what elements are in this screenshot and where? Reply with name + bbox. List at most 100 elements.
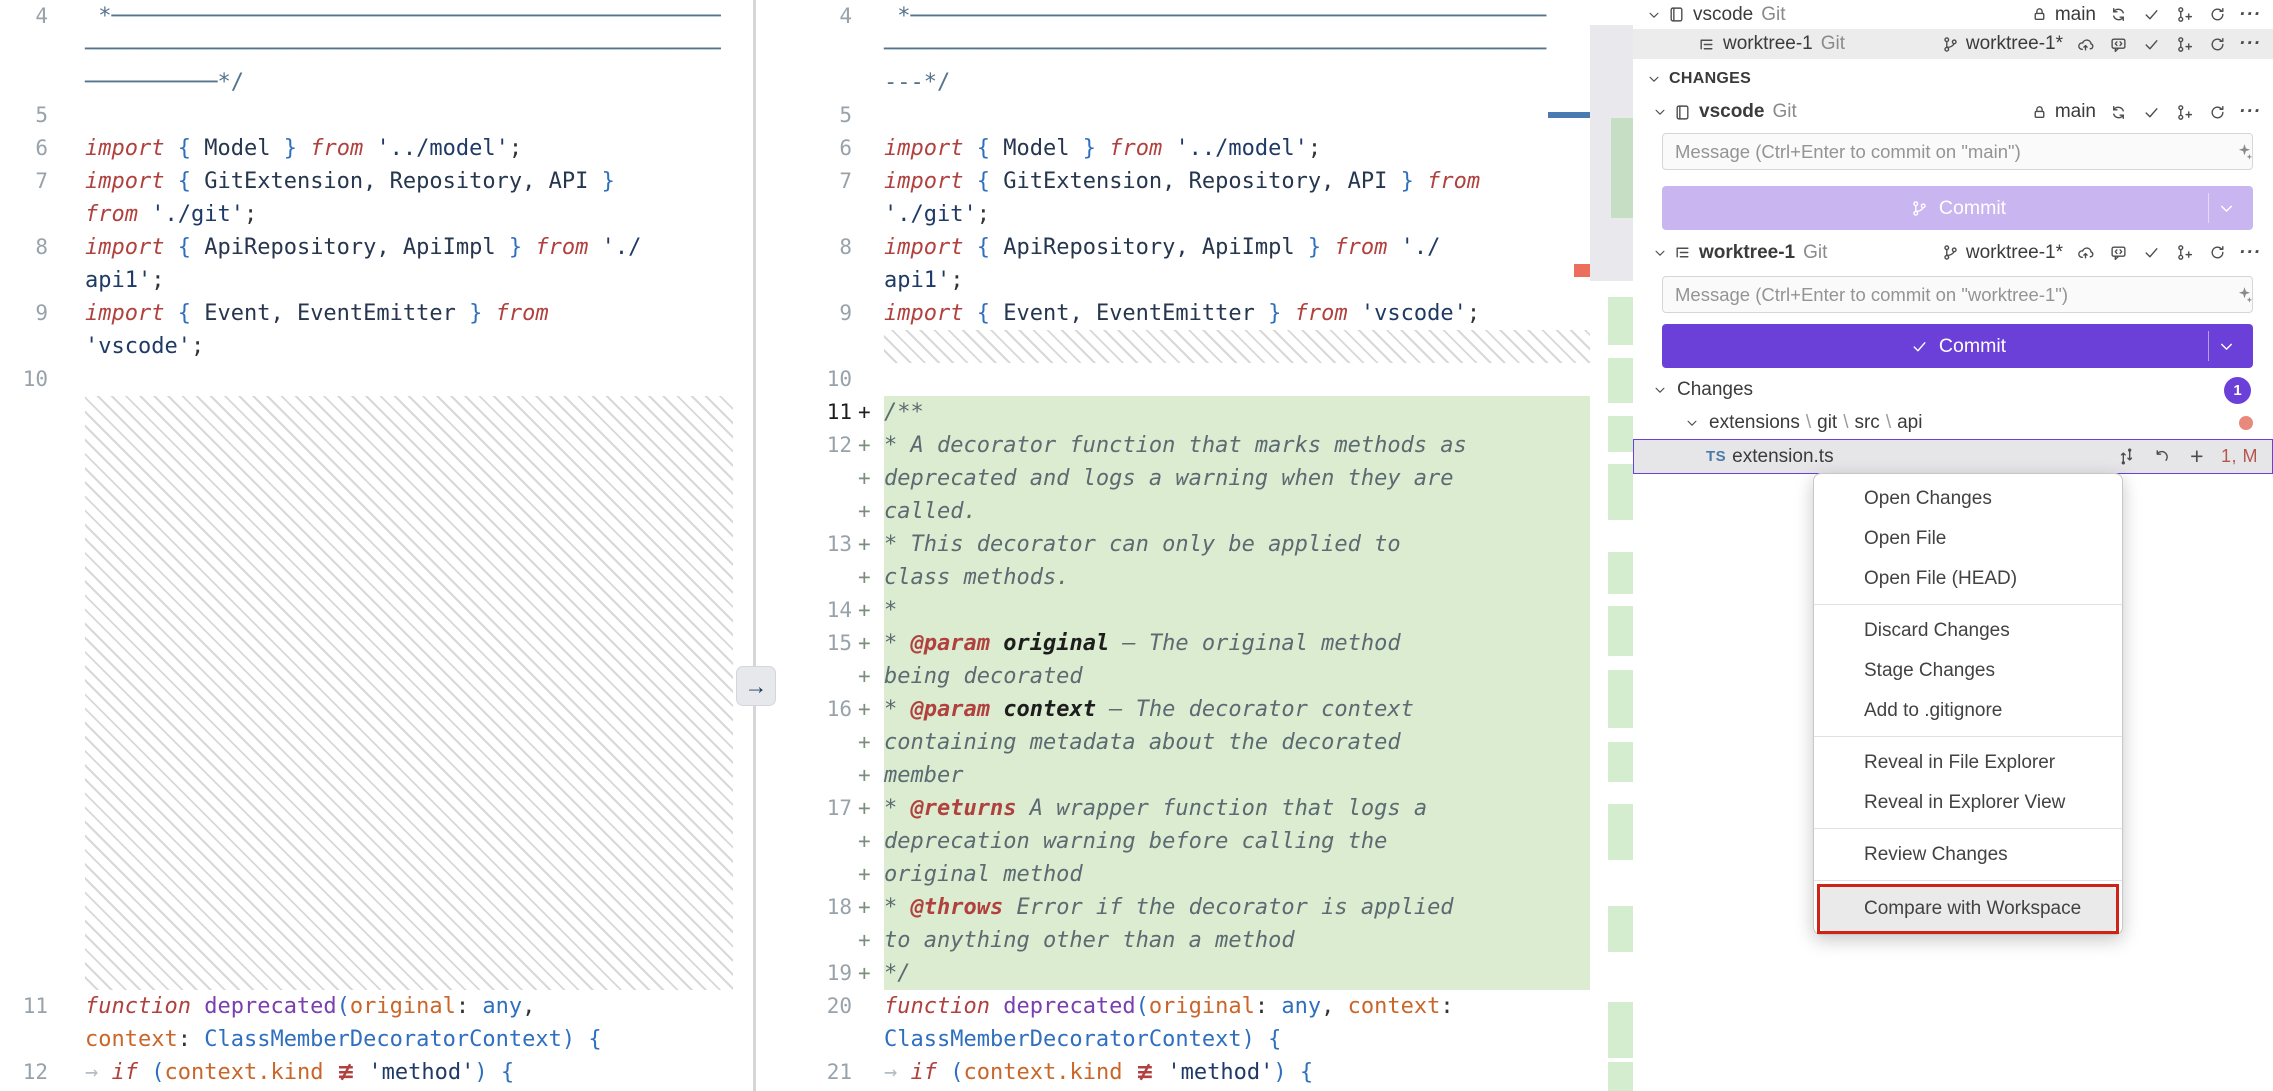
create-branch-icon[interactable] [2173, 242, 2195, 264]
branch-indicator[interactable]: worktree-1* [1940, 242, 2063, 264]
code-line-text: * @param context — The decorator context [884, 693, 1414, 726]
refresh-icon[interactable] [2206, 101, 2228, 123]
code-line-text: ──────────*/ [85, 66, 244, 99]
chevron-down-icon [1643, 4, 1665, 26]
revert-arrow-button[interactable]: → [736, 666, 776, 706]
line-number: 11 [0, 990, 48, 1023]
refresh-icon[interactable] [2206, 33, 2228, 55]
menu-separator [1814, 828, 2122, 829]
diff-added-gutter-mark: + [858, 825, 880, 858]
sync-icon[interactable] [2107, 101, 2129, 123]
menu-item-open-file-head[interactable]: Open File (HEAD) [1814, 559, 2122, 599]
branch-indicator[interactable]: worktree-1* [1940, 33, 2063, 55]
repo-row-worktree-1[interactable]: worktree-1 Git worktree-1* ··· [1633, 29, 2273, 59]
more-icon[interactable]: ··· [2239, 4, 2261, 26]
diff-added-gutter-mark: + [858, 924, 880, 957]
chevron-down-icon[interactable] [2215, 335, 2237, 357]
more-icon[interactable]: ··· [2239, 33, 2261, 55]
branch-name: main [2055, 4, 2096, 26]
changes-tree-root[interactable]: Changes 1 [1633, 374, 2273, 406]
menu-item-discard-changes[interactable]: Discard Changes [1814, 611, 2122, 651]
sparkle-icon[interactable] [2233, 283, 2255, 305]
line-number: 4 [0, 0, 48, 33]
check-icon[interactable] [2140, 101, 2162, 123]
chevron-down-icon [1643, 68, 1665, 90]
diff-added-mark [1608, 804, 1633, 860]
code-line-text: */ [884, 957, 911, 990]
check-icon[interactable] [2140, 242, 2162, 264]
menu-item-review-changes[interactable]: Review Changes [1814, 835, 2122, 875]
menu-item-open-changes[interactable]: Open Changes [1814, 479, 2122, 519]
branch-indicator[interactable]: main [2029, 101, 2096, 123]
code-row: api1'; [758, 264, 1590, 297]
diff-added-gutter-mark: + [858, 660, 880, 693]
path-separator: \ [1800, 412, 1817, 433]
commit-message-input-worktree-1[interactable] [1662, 276, 2253, 313]
menu-item-stage-changes[interactable]: Stage Changes [1814, 651, 2122, 691]
comment-icon[interactable] [2107, 242, 2129, 264]
file-row-extension-ts[interactable]: TS extension.ts + 1, M [1633, 439, 2273, 474]
diff-added-mark [1611, 118, 1633, 218]
create-branch-icon[interactable] [2173, 101, 2195, 123]
more-icon[interactable]: ··· [2239, 101, 2261, 123]
commit-message-input-vscode[interactable] [1662, 133, 2253, 170]
more-icon[interactable]: ··· [2239, 242, 2261, 264]
code-row: 13+* This decorator can only be applied … [758, 528, 1590, 561]
code-line-text: → if (context.kind ≢ 'method') { [85, 1056, 514, 1089]
folder-row-extensions-git-src-api[interactable]: extensions\git\src\api [1633, 407, 2273, 439]
diff-added-gutter-mark: + [858, 759, 880, 792]
chevron-down-icon[interactable] [2215, 197, 2237, 219]
code-row: +containing metadata about the decorated [758, 726, 1590, 759]
repo-name: worktree-1 [1723, 33, 1813, 55]
diff-added-gutter-mark: + [858, 396, 880, 429]
repo-section-worktree-1[interactable]: worktree-1 Git worktree-1* ··· [1633, 237, 2273, 268]
menu-item-compare-with-workspace[interactable]: Compare with Workspace [1820, 887, 2116, 931]
create-branch-icon[interactable] [2173, 33, 2195, 55]
code-line-text: * This decorator can only be applied to [884, 528, 1401, 561]
diff-added-gutter-mark: + [858, 627, 880, 660]
code-row: api1'; [0, 264, 755, 297]
menu-item-reveal-in-explorer-view[interactable]: Reveal in Explorer View [1814, 783, 2122, 823]
diff-added-gutter-mark: + [858, 594, 880, 627]
changes-section-header[interactable]: CHANGES [1633, 63, 2273, 94]
diff-added-gutter-mark: + [858, 561, 880, 594]
comment-icon[interactable] [2107, 33, 2129, 55]
create-branch-icon[interactable] [2173, 4, 2195, 26]
menu-item-open-file[interactable]: Open File [1814, 519, 2122, 559]
code-row: 12→ if (context.kind ≢ 'method') { [0, 1056, 755, 1089]
cloud-icon[interactable] [2074, 242, 2096, 264]
line-number: 5 [0, 99, 48, 132]
check-icon[interactable] [2140, 33, 2162, 55]
diff-editor-original-pane[interactable]: 4 *─────────────────────────────────────… [0, 0, 755, 1091]
code-row: 14+* [758, 594, 1590, 627]
cloud-icon[interactable] [2074, 33, 2096, 55]
commit-button-vscode[interactable]: Commit [1662, 186, 2253, 230]
sparkle-icon[interactable] [2233, 140, 2255, 162]
diff-editor-modified-pane[interactable]: 4 *─────────────────────────────────────… [758, 0, 1590, 1091]
folder-path: extensions\git\src\api [1709, 412, 1922, 434]
repo-row-vscode[interactable]: vscode Git main ··· [1633, 0, 2273, 29]
menu-item-add-to-gitignore[interactable]: Add to .gitignore [1814, 691, 2122, 731]
check-icon[interactable] [2140, 4, 2162, 26]
refresh-icon[interactable] [2206, 4, 2228, 26]
menu-item-reveal-in-file-explorer[interactable]: Reveal in File Explorer [1814, 743, 2122, 783]
code-row: ──────────*/ [0, 66, 755, 99]
commit-button-worktree-1[interactable]: Commit [1662, 324, 2253, 368]
code-line-text: * @returns A wrapper function that logs … [884, 792, 1427, 825]
refresh-icon[interactable] [2206, 242, 2228, 264]
code-row: 7import { GitExtension, Repository, API … [758, 165, 1590, 198]
code-row: 6import { Model } from '../model'; [758, 132, 1590, 165]
diff-editor-sash[interactable] [753, 0, 756, 1091]
overview-deleted-mark [1574, 264, 1590, 277]
plus-icon[interactable]: + [2186, 446, 2208, 468]
path-separator: \ [1837, 412, 1854, 433]
discard-icon[interactable] [2151, 446, 2173, 468]
sync-icon[interactable] [2107, 4, 2129, 26]
line-number: 10 [758, 363, 852, 396]
compare-icon[interactable] [2116, 446, 2138, 468]
branch-icon [1909, 197, 1931, 219]
branch-indicator[interactable]: main [2029, 4, 2096, 26]
repo-section-vscode[interactable]: vscode Git main ··· [1633, 96, 2273, 128]
overview-ruler[interactable] [1590, 0, 1633, 1091]
code-line-text: from './git'; [85, 198, 257, 231]
